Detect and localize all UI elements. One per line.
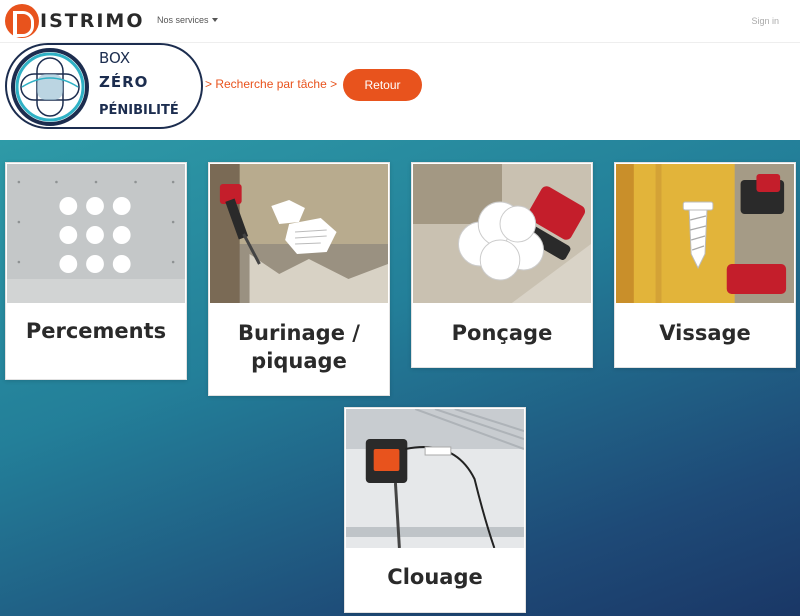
logo-d-icon bbox=[5, 4, 39, 38]
breadcrumb[interactable]: > Recherche par tâche > bbox=[205, 77, 337, 91]
drill-holes-icon bbox=[7, 164, 185, 303]
top-navbar: ISTRIMO Nos services Sign in bbox=[0, 0, 800, 43]
caret-down-icon bbox=[211, 18, 218, 22]
logo-text: ISTRIMO bbox=[40, 10, 145, 32]
task-card-poncage[interactable]: Ponçage bbox=[411, 162, 593, 368]
task-grid: Percements Burinage / piquage Ponçage Vi… bbox=[0, 140, 800, 616]
nailer-icon bbox=[346, 409, 524, 548]
page-header: BOX ZÉRO PÉNIBILITÉ > Recherche par tâch… bbox=[0, 43, 800, 140]
box-logo-line3: PÉNIBILITÉ bbox=[99, 103, 179, 118]
task-card-title: Vissage bbox=[659, 321, 751, 345]
nav-services-dropdown[interactable]: Nos services bbox=[157, 15, 218, 25]
distrimo-logo[interactable]: ISTRIMO bbox=[5, 4, 144, 38]
task-card-title: Ponçage bbox=[451, 321, 553, 345]
back-button[interactable]: Retour bbox=[343, 69, 422, 101]
nav-services-label: Nos services bbox=[157, 15, 209, 25]
task-card-title: Percements bbox=[25, 319, 167, 343]
chisel-icon bbox=[210, 164, 388, 303]
box-zero-penibilite-logo[interactable]: BOX ZÉRO PÉNIBILITÉ bbox=[5, 43, 203, 129]
signin-link[interactable]: Sign in bbox=[751, 16, 779, 26]
box-logo-line1: BOX bbox=[99, 49, 131, 67]
task-card-vissage[interactable]: Vissage bbox=[614, 162, 796, 368]
task-card-percements[interactable]: Percements bbox=[5, 162, 187, 380]
task-card-title: Burinage / piquage bbox=[238, 321, 360, 373]
task-card-clouage[interactable]: Clouage bbox=[344, 407, 526, 613]
task-card-title: Clouage bbox=[387, 565, 483, 589]
sanding-discs-icon bbox=[413, 164, 591, 303]
box-logo-line2: ZÉRO bbox=[99, 73, 149, 91]
box-emblem-icon bbox=[11, 48, 89, 126]
task-card-burinage[interactable]: Burinage / piquage bbox=[208, 162, 390, 396]
screw-icon bbox=[616, 164, 794, 303]
